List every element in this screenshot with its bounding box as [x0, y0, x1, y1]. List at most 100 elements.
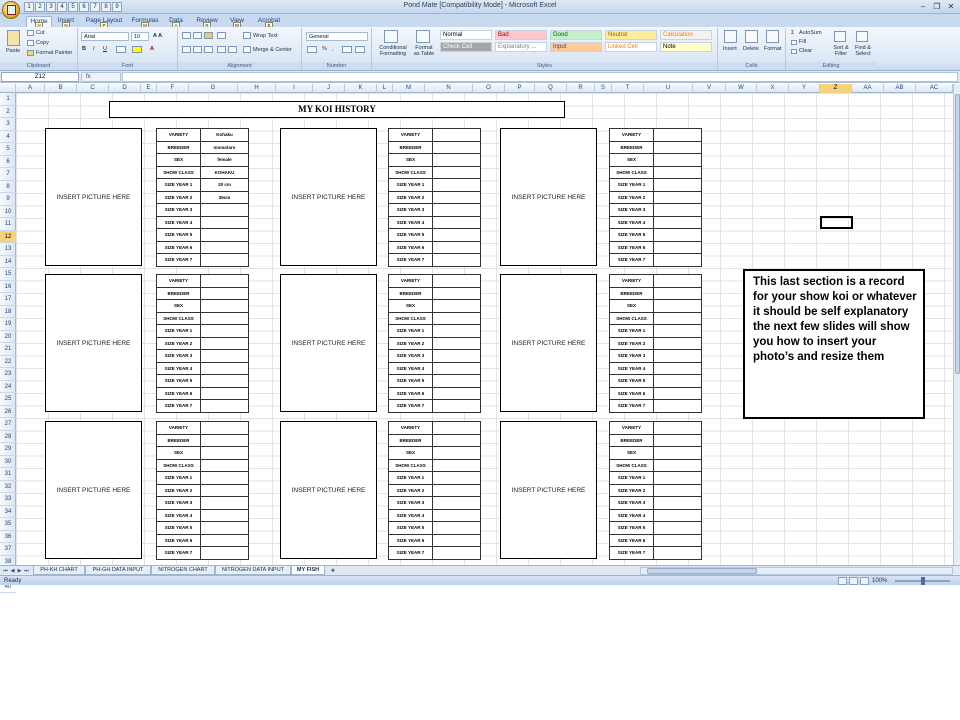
- row-header[interactable]: 37: [0, 543, 16, 556]
- cell-style-item[interactable]: Input: [550, 42, 602, 52]
- wrap-text-button[interactable]: Wrap Text: [253, 32, 278, 40]
- record-value[interactable]: [432, 228, 481, 242]
- row-header[interactable]: 15: [0, 268, 16, 281]
- record-value[interactable]: [432, 349, 481, 363]
- record-value[interactable]: [200, 215, 249, 229]
- record-value[interactable]: [200, 399, 249, 413]
- row-header[interactable]: 5: [0, 143, 16, 156]
- column-header[interactable]: N: [425, 84, 473, 93]
- column-header[interactable]: L: [377, 84, 393, 93]
- column-header[interactable]: F: [157, 84, 189, 93]
- record-value[interactable]: [653, 458, 702, 472]
- record-value[interactable]: [200, 483, 249, 497]
- cell-style-item[interactable]: Note: [660, 42, 712, 52]
- picture-placeholder[interactable]: INSERT PICTURE HERE: [280, 274, 377, 412]
- align-right-icon[interactable]: [204, 46, 213, 53]
- column-header[interactable]: O: [473, 84, 505, 93]
- record-value[interactable]: [432, 153, 481, 167]
- row-header[interactable]: 9: [0, 193, 16, 206]
- align-middle-icon[interactable]: [193, 32, 202, 39]
- merge-center-button[interactable]: Merge & Center: [253, 46, 292, 54]
- record-value[interactable]: [653, 299, 702, 313]
- record-value[interactable]: [432, 299, 481, 313]
- vertical-scrollbar[interactable]: [953, 84, 960, 565]
- row-header[interactable]: 22: [0, 356, 16, 368]
- selected-cell[interactable]: [820, 216, 853, 229]
- record-value[interactable]: [200, 253, 249, 267]
- page-break-view-icon[interactable]: [860, 577, 869, 585]
- record-value[interactable]: [653, 274, 702, 288]
- row-header[interactable]: 32: [0, 481, 16, 493]
- record-value[interactable]: [653, 240, 702, 254]
- record-value[interactable]: [200, 299, 249, 313]
- row-header[interactable]: 14: [0, 256, 16, 268]
- column-header[interactable]: X: [757, 84, 789, 93]
- record-value[interactable]: [200, 433, 249, 447]
- record-value[interactable]: [432, 433, 481, 447]
- column-header[interactable]: M: [393, 84, 425, 93]
- horizontal-scrollbar[interactable]: [640, 567, 953, 575]
- record-value[interactable]: [653, 215, 702, 229]
- currency-icon[interactable]: [307, 46, 317, 53]
- sheet-tab[interactable]: NITROGEN CHART: [151, 566, 215, 575]
- record-value[interactable]: [200, 458, 249, 472]
- record-value[interactable]: [200, 446, 249, 460]
- record-value[interactable]: [432, 508, 481, 522]
- normal-view-icon[interactable]: [838, 577, 847, 585]
- record-value[interactable]: [200, 274, 249, 288]
- record-value[interactable]: [653, 178, 702, 192]
- record-value[interactable]: [432, 546, 481, 560]
- record-value[interactable]: [432, 374, 481, 388]
- insert-function-icon[interactable]: fx: [81, 72, 121, 82]
- close-button[interactable]: ✕: [945, 2, 957, 12]
- record-value[interactable]: [200, 203, 249, 217]
- record-value[interactable]: [200, 546, 249, 560]
- row-header[interactable]: 28: [0, 431, 16, 443]
- column-header[interactable]: W: [726, 84, 757, 93]
- record-value[interactable]: [200, 421, 249, 435]
- row-header[interactable]: 12: [0, 230, 16, 243]
- note-text-box[interactable]: This last section is a record for your s…: [743, 269, 925, 419]
- picture-placeholder[interactable]: INSERT PICTURE HERE: [45, 128, 142, 266]
- record-value[interactable]: [653, 253, 702, 267]
- cell-style-item[interactable]: Check Cell: [440, 42, 492, 52]
- record-value[interactable]: 35cm: [200, 190, 249, 204]
- decrease-decimal-icon[interactable]: [355, 46, 365, 53]
- row-header[interactable]: 8: [0, 181, 16, 193]
- record-value[interactable]: [432, 458, 481, 472]
- align-top-icon[interactable]: [182, 32, 191, 39]
- record-value[interactable]: [432, 421, 481, 435]
- sort-filter-button[interactable]: Sort & Filter: [830, 45, 852, 57]
- record-value[interactable]: [200, 471, 249, 485]
- italic-icon[interactable]: I: [93, 45, 95, 53]
- record-value[interactable]: [653, 286, 702, 300]
- record-value[interactable]: [653, 311, 702, 325]
- cell-style-item[interactable]: Bad: [495, 30, 547, 40]
- column-header[interactable]: Z: [820, 84, 852, 93]
- conditional-formatting-button[interactable]: Conditional Formatting: [376, 45, 410, 57]
- row-header[interactable]: 16: [0, 281, 16, 293]
- sheet-tab[interactable]: NITROGEN DATA INPUT: [215, 566, 291, 575]
- record-value[interactable]: [432, 446, 481, 460]
- row-header[interactable]: 30: [0, 456, 16, 468]
- picture-placeholder[interactable]: INSERT PICTURE HERE: [500, 274, 597, 412]
- row-header[interactable]: 19: [0, 318, 16, 331]
- row-header[interactable]: 36: [0, 531, 16, 543]
- paste-button[interactable]: Paste: [6, 47, 20, 55]
- row-header[interactable]: 10: [0, 206, 16, 218]
- record-value[interactable]: [432, 215, 481, 229]
- record-value[interactable]: [432, 324, 481, 338]
- record-value[interactable]: [653, 433, 702, 447]
- record-value[interactable]: [653, 446, 702, 460]
- record-value[interactable]: [653, 228, 702, 242]
- record-value[interactable]: [432, 240, 481, 254]
- record-value[interactable]: [653, 128, 702, 142]
- record-value[interactable]: [432, 521, 481, 535]
- record-value[interactable]: [653, 471, 702, 485]
- record-value[interactable]: female: [200, 153, 249, 167]
- font-color-icon[interactable]: A: [150, 45, 154, 53]
- record-value[interactable]: [200, 324, 249, 338]
- record-value[interactable]: [432, 533, 481, 547]
- column-header[interactable]: I: [276, 84, 313, 93]
- formula-input[interactable]: [122, 72, 958, 82]
